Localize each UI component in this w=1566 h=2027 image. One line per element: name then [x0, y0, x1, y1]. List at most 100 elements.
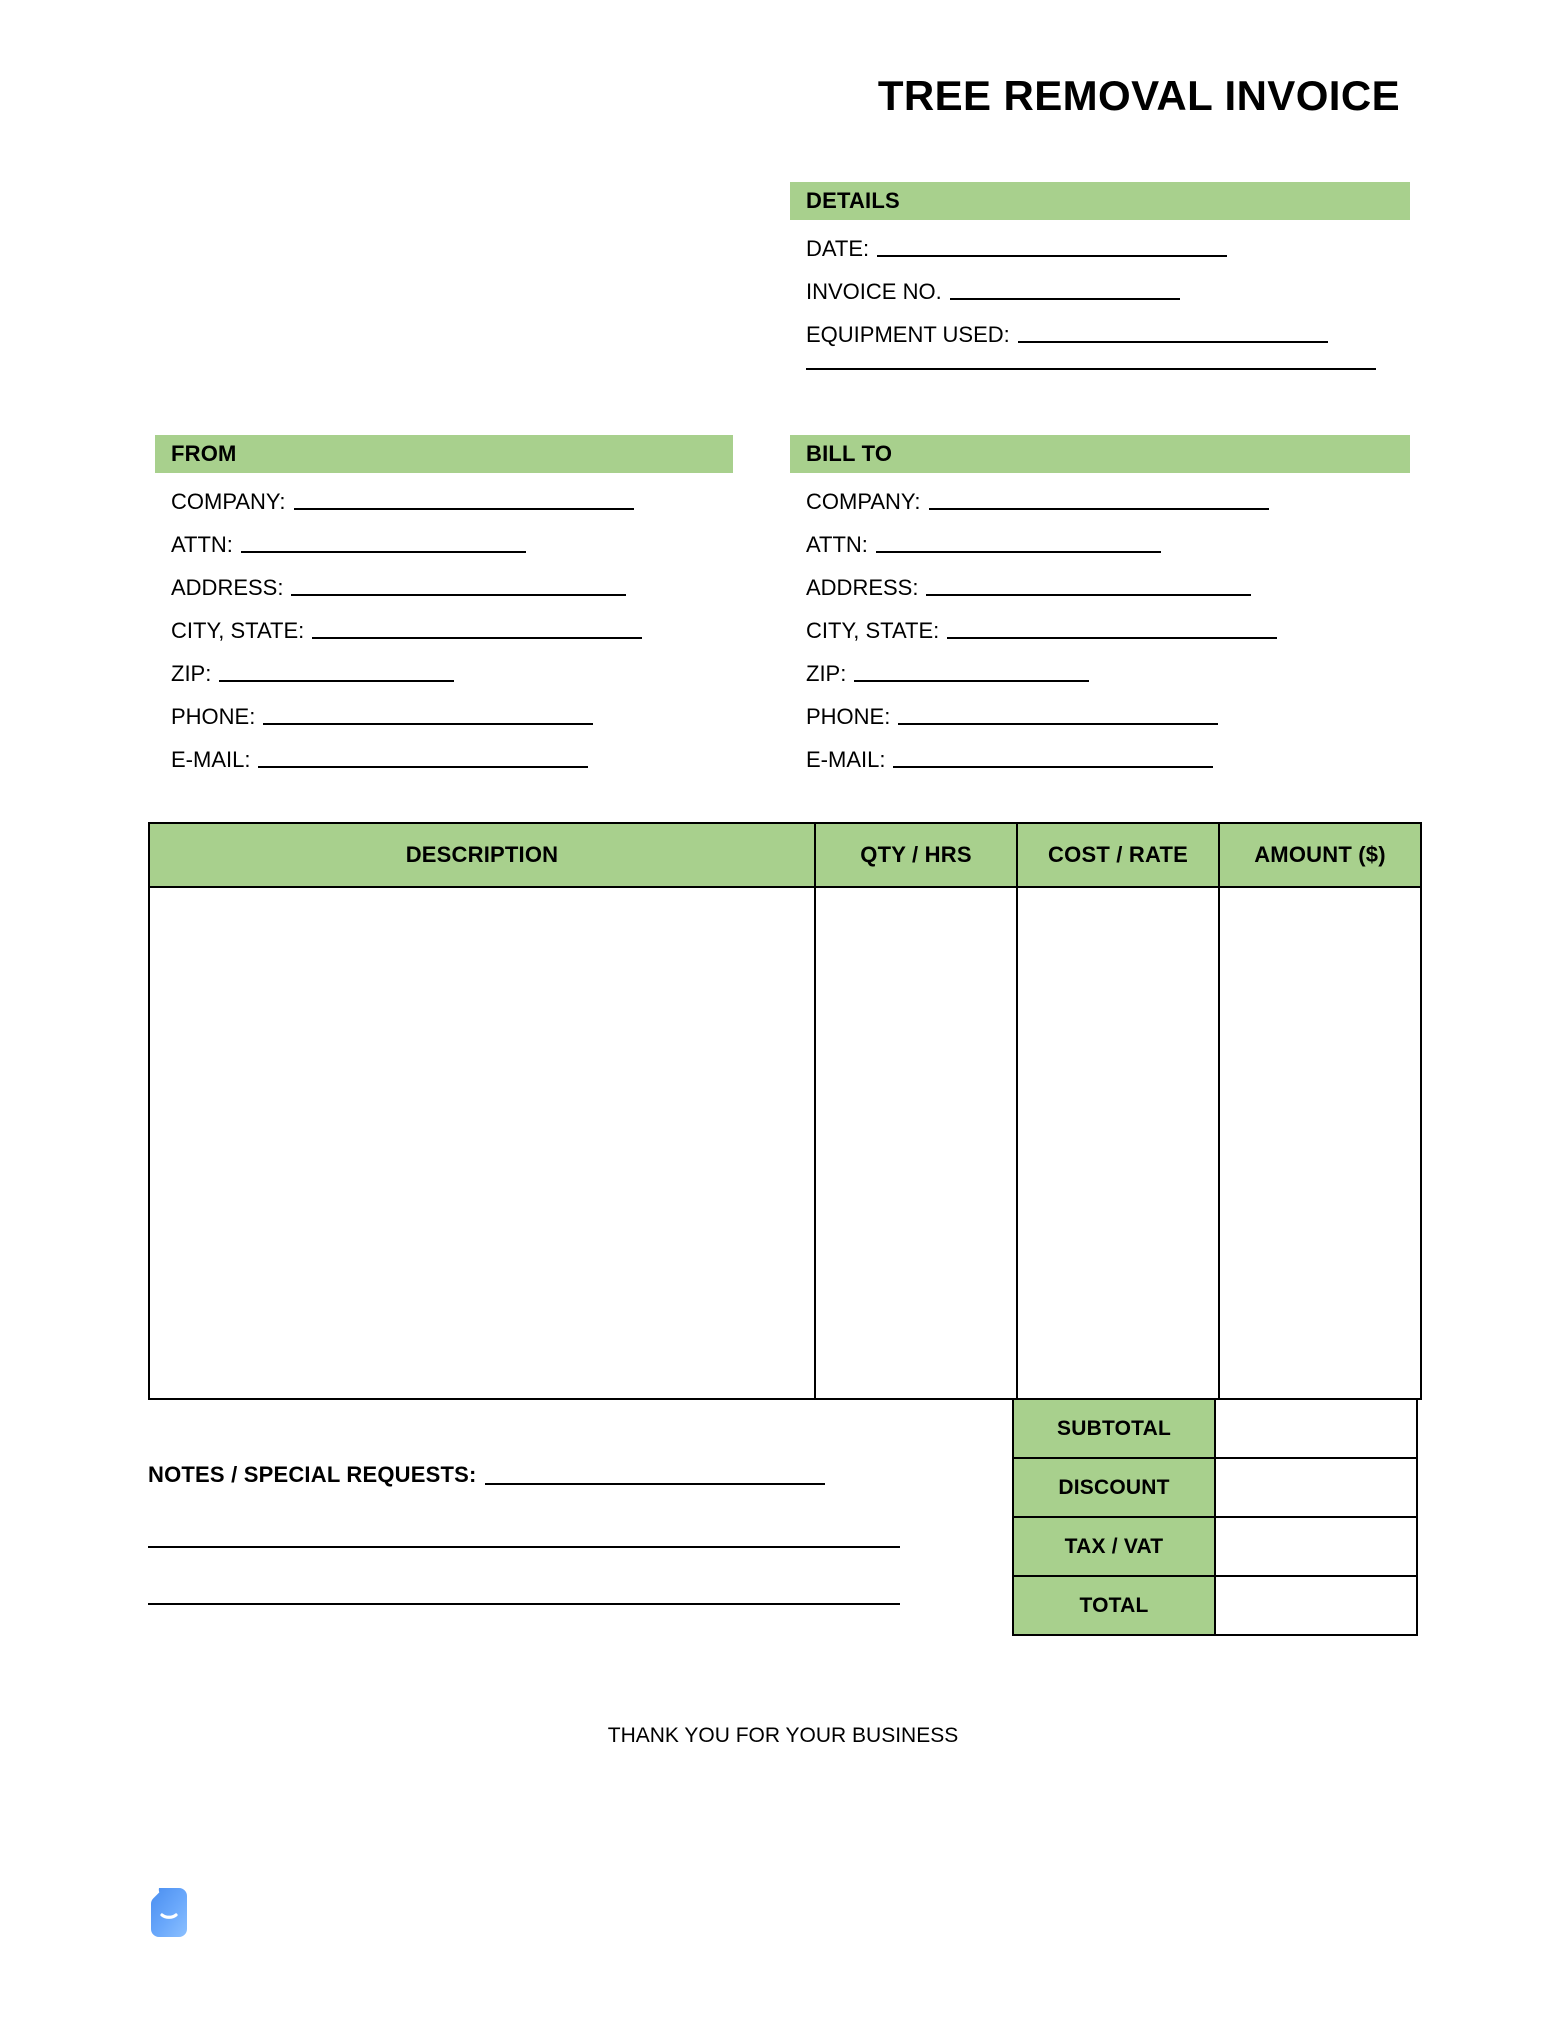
bill-to-label-email: E-MAIL:	[806, 747, 886, 772]
from-field-address[interactable]: ADDRESS:	[155, 559, 733, 602]
field-label-equipment-used: EQUIPMENT USED:	[806, 322, 1010, 347]
totals-label-total: TOTAL	[1012, 1575, 1216, 1636]
from-label-zip: ZIP:	[171, 661, 212, 686]
from-rule-email[interactable]	[258, 765, 589, 768]
column-header-amount: AMOUNT ($)	[1218, 822, 1422, 888]
bill-to-rule-company[interactable]	[928, 507, 1269, 510]
notes-rule-1[interactable]	[484, 1482, 825, 1485]
totals-row-tax-vat: TAX / VAT	[1012, 1516, 1418, 1577]
notes-line-2[interactable]	[148, 1545, 908, 1548]
field-label-date: DATE:	[806, 236, 870, 261]
totals-row-total: TOTAL	[1012, 1575, 1418, 1636]
from-field-phone[interactable]: PHONE:	[155, 688, 733, 731]
column-header-qty-hrs: QTY / HRS	[814, 822, 1018, 888]
field-rule-equipment-used[interactable]	[1017, 340, 1328, 343]
document-smile-icon	[146, 1885, 198, 1943]
bill-to-rule-zip[interactable]	[854, 679, 1090, 682]
bill-to-rule-attn[interactable]	[875, 550, 1161, 553]
from-label-email: E-MAIL:	[171, 747, 251, 772]
bill-to-rule-phone[interactable]	[898, 722, 1219, 725]
bill-to-field-city-state[interactable]: CITY, STATE:	[790, 602, 1410, 645]
from-label-attn: ATTN:	[171, 532, 233, 557]
totals-row-discount: DISCOUNT	[1012, 1457, 1418, 1518]
bill-to-label-city-state: CITY, STATE:	[806, 618, 940, 643]
totals-label-subtotal: SUBTOTAL	[1012, 1398, 1216, 1459]
bill-to-label-company: COMPANY:	[806, 489, 921, 514]
details-heading: DETAILS	[806, 188, 900, 213]
notes-rule-2[interactable]	[148, 1545, 900, 1548]
bill-to-field-company[interactable]: COMPANY:	[790, 473, 1410, 516]
from-field-company[interactable]: COMPANY:	[155, 473, 733, 516]
bill-to-label-address: ADDRESS:	[806, 575, 919, 600]
from-rule-company[interactable]	[293, 507, 634, 510]
bill-to-field-zip[interactable]: ZIP:	[790, 645, 1410, 688]
details-header-bar: DETAILS	[790, 182, 1410, 220]
bill-to-label-zip: ZIP:	[806, 661, 847, 686]
totals-value-total[interactable]	[1214, 1575, 1418, 1636]
totals-label-discount: DISCOUNT	[1012, 1457, 1216, 1518]
totals-value-tax-vat[interactable]	[1214, 1516, 1418, 1577]
bill-to-section: BILL TO COMPANY: ATTN: ADDRESS: CITY, ST…	[790, 435, 1410, 774]
from-rule-address[interactable]	[291, 593, 627, 596]
from-heading: FROM	[171, 441, 237, 466]
cell-amount[interactable]	[1218, 886, 1422, 1400]
title-row: TREE REMOVAL INVOICE	[0, 72, 1400, 120]
bill-to-heading: BILL TO	[806, 441, 893, 466]
cell-cost-rate[interactable]	[1016, 886, 1220, 1400]
bill-to-field-phone[interactable]: PHONE:	[790, 688, 1410, 731]
bill-to-field-attn[interactable]: ATTN:	[790, 516, 1410, 559]
from-label-company: COMPANY:	[171, 489, 286, 514]
notes-head: NOTES / SPECIAL REQUESTS:	[148, 1462, 908, 1491]
from-rule-phone[interactable]	[263, 722, 594, 725]
from-field-email[interactable]: E-MAIL:	[155, 731, 733, 774]
line-items-header-row: DESCRIPTION QTY / HRS COST / RATE AMOUNT…	[148, 822, 1422, 888]
footer: THANK YOU FOR YOUR BUSINESS	[0, 1724, 1566, 1748]
from-field-zip[interactable]: ZIP:	[155, 645, 733, 688]
notes-line-3[interactable]	[148, 1602, 908, 1605]
line-items-table: DESCRIPTION QTY / HRS COST / RATE AMOUNT…	[148, 822, 1422, 1400]
totals-row-subtotal: SUBTOTAL	[1012, 1398, 1418, 1459]
from-rule-city-state[interactable]	[312, 636, 643, 639]
field-rule-invoice-no[interactable]	[949, 297, 1180, 300]
table-row	[148, 886, 1422, 1400]
bill-to-label-phone: PHONE:	[806, 704, 891, 729]
field-rule-equipment-used-2[interactable]	[806, 367, 1376, 370]
notes-rule-3[interactable]	[148, 1602, 900, 1605]
from-rule-attn[interactable]	[240, 550, 526, 553]
field-label-invoice-no: INVOICE NO.	[806, 279, 942, 304]
from-field-city-state[interactable]: CITY, STATE:	[155, 602, 733, 645]
from-label-city-state: CITY, STATE:	[171, 618, 305, 643]
from-field-attn[interactable]: ATTN:	[155, 516, 733, 559]
bill-to-label-attn: ATTN:	[806, 532, 868, 557]
totals-value-subtotal[interactable]	[1214, 1398, 1418, 1459]
field-date[interactable]: DATE:	[790, 220, 1410, 263]
field-invoice-no[interactable]: INVOICE NO.	[790, 263, 1410, 306]
from-rule-zip[interactable]	[219, 679, 455, 682]
cell-qty-hrs[interactable]	[814, 886, 1018, 1400]
field-equipment-used[interactable]: EQUIPMENT USED:	[790, 306, 1410, 349]
from-section: FROM COMPANY: ATTN: ADDRESS: CITY, STATE…	[155, 435, 733, 774]
column-header-description: DESCRIPTION	[148, 822, 816, 888]
bill-to-rule-email[interactable]	[893, 765, 1214, 768]
bill-to-field-email[interactable]: E-MAIL:	[790, 731, 1410, 774]
totals-value-discount[interactable]	[1214, 1457, 1418, 1518]
bill-to-rule-address[interactable]	[926, 593, 1252, 596]
bill-to-field-address[interactable]: ADDRESS:	[790, 559, 1410, 602]
footer-thank-you: THANK YOU FOR YOUR BUSINESS	[607, 1724, 959, 1747]
totals-table: SUBTOTAL DISCOUNT TAX / VAT TOTAL	[1012, 1398, 1418, 1636]
from-label-address: ADDRESS:	[171, 575, 284, 600]
notes-section: NOTES / SPECIAL REQUESTS:	[148, 1462, 908, 1605]
notes-label: NOTES / SPECIAL REQUESTS:	[148, 1462, 477, 1487]
from-header-bar: FROM	[155, 435, 733, 473]
page-title: TREE REMOVAL INVOICE	[877, 72, 1400, 119]
bill-to-header-bar: BILL TO	[790, 435, 1410, 473]
invoice-page: TREE REMOVAL INVOICE DETAILS DATE: INVOI…	[0, 0, 1566, 2027]
from-label-phone: PHONE:	[171, 704, 256, 729]
bill-to-rule-city-state[interactable]	[947, 636, 1278, 639]
details-section: DETAILS DATE: INVOICE NO. EQUIPMENT USED…	[790, 182, 1410, 370]
equipment-used-continuation[interactable]	[790, 349, 1410, 370]
field-rule-date[interactable]	[877, 254, 1228, 257]
cell-description[interactable]	[148, 886, 816, 1400]
column-header-cost-rate: COST / RATE	[1016, 822, 1220, 888]
totals-label-tax-vat: TAX / VAT	[1012, 1516, 1216, 1577]
